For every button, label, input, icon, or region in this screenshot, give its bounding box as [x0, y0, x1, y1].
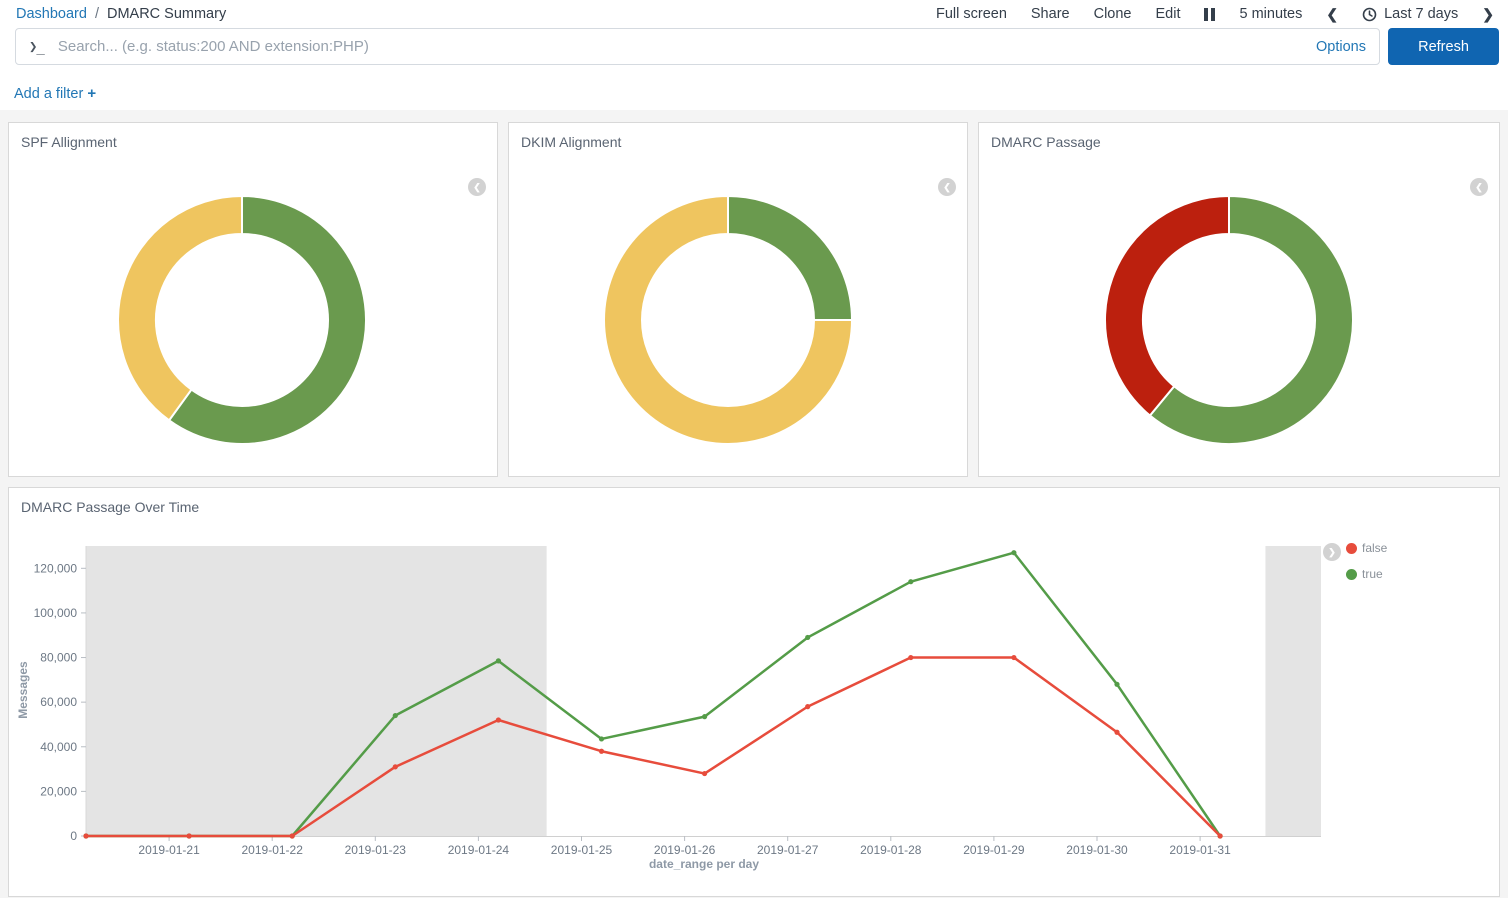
search-input[interactable]	[56, 37, 1306, 56]
data-point-true[interactable]	[599, 736, 604, 741]
page-title: DMARC Summary	[107, 6, 226, 22]
top-navbar: Dashboard / DMARC Summary Full screen Sh…	[0, 0, 1508, 26]
data-point-true[interactable]	[702, 714, 707, 719]
dmarc-donut-chart[interactable]	[1104, 195, 1354, 445]
breadcrumb-separator: /	[95, 6, 99, 22]
add-filter-label: Add a filter	[14, 86, 83, 102]
dkim-donut-chart[interactable]	[603, 195, 853, 445]
x-tick-label: 2019-01-25	[551, 843, 613, 857]
data-point-true[interactable]	[1114, 682, 1119, 687]
x-tick-label: 2019-01-23	[345, 843, 407, 857]
share-button[interactable]: Share	[1031, 6, 1070, 22]
edit-button[interactable]: Edit	[1155, 6, 1180, 22]
data-point-false[interactable]	[599, 749, 604, 754]
donut-slice-1[interactable]	[118, 196, 242, 420]
add-filter-plus-icon: +	[87, 85, 96, 102]
x-tick-label: 2019-01-31	[1169, 843, 1231, 857]
y-tick-label: 20,000	[40, 784, 77, 798]
legend-expand-icon[interactable]: ❯	[1323, 543, 1341, 561]
breadcrumb-dashboard-link[interactable]: Dashboard	[16, 6, 87, 22]
query-bar: ❯_ Options	[15, 28, 1380, 65]
data-point-true[interactable]	[393, 713, 398, 718]
clone-button[interactable]: Clone	[1094, 6, 1132, 22]
x-tick-label: 2019-01-30	[1066, 843, 1128, 857]
x-axis-title: date_range per day	[569, 857, 839, 871]
time-range-button[interactable]: Last 7 days	[1362, 6, 1458, 22]
options-link[interactable]: Options	[1316, 39, 1366, 55]
data-point-false[interactable]	[1011, 655, 1016, 660]
donut-slice-1[interactable]	[1105, 196, 1229, 416]
data-point-false[interactable]	[908, 655, 913, 660]
legend-item-true[interactable]: true	[1346, 567, 1383, 581]
y-tick-label: 80,000	[40, 651, 77, 665]
panel-dmarc-passage: DMARC Passage ❮	[978, 122, 1500, 477]
pause-autorefresh-icon[interactable]	[1204, 8, 1215, 21]
x-tick-label: 2019-01-21	[138, 843, 200, 857]
time-range-shade	[1265, 546, 1321, 836]
data-point-false[interactable]	[1218, 833, 1223, 838]
data-point-false[interactable]	[83, 833, 88, 838]
time-range-shade	[86, 546, 547, 836]
legend-label-false: false	[1362, 541, 1387, 555]
data-point-true[interactable]	[1011, 550, 1016, 555]
x-tick-label: 2019-01-22	[242, 843, 304, 857]
y-tick-label: 60,000	[40, 695, 77, 709]
data-point-true[interactable]	[908, 579, 913, 584]
legend-item-false[interactable]: false	[1346, 541, 1387, 555]
data-point-true[interactable]	[805, 635, 810, 640]
data-point-false[interactable]	[702, 771, 707, 776]
legend-label-true: true	[1362, 567, 1383, 581]
time-range-label: Last 7 days	[1384, 6, 1458, 22]
kibana-dashboard-app: Dashboard / DMARC Summary Full screen Sh…	[0, 0, 1508, 898]
y-tick-label: 40,000	[40, 740, 77, 754]
query-prompt-icon: ❯_	[29, 39, 44, 55]
navbar-menu: Full screen Share Clone Edit 5 minutes ❮…	[936, 6, 1494, 23]
y-tick-label: 0	[70, 829, 77, 843]
data-point-false[interactable]	[805, 704, 810, 709]
spf-donut-chart[interactable]	[117, 195, 367, 445]
clock-icon	[1362, 7, 1377, 22]
full-screen-button[interactable]: Full screen	[936, 6, 1007, 22]
legend-collapse-icon[interactable]: ❮	[1470, 178, 1488, 196]
x-tick-label: 2019-01-24	[448, 843, 510, 857]
add-filter-link[interactable]: Add a filter+	[14, 85, 96, 102]
panel-title-spf: SPF Allignment	[9, 123, 497, 161]
refresh-button[interactable]: Refresh	[1388, 28, 1499, 65]
y-axis-title: Messages	[16, 640, 30, 740]
panel-spf-alignment: SPF Allignment ❮	[8, 122, 498, 477]
data-point-false[interactable]	[1114, 730, 1119, 735]
x-tick-label: 2019-01-27	[757, 843, 819, 857]
data-point-false[interactable]	[187, 833, 192, 838]
panel-dmarc-over-time: DMARC Passage Over Time 020,00040,00060,…	[8, 487, 1500, 897]
y-tick-label: 120,000	[34, 561, 78, 575]
x-tick-label: 2019-01-26	[654, 843, 716, 857]
data-point-false[interactable]	[290, 833, 295, 838]
line-chart-svg[interactable]: 0 20,000 40,000 60,000 80,000 100,000 120,000 2…	[9, 488, 1501, 898]
y-tick-label: 100,000	[34, 606, 78, 620]
panel-title-dmarc: DMARC Passage	[979, 123, 1499, 161]
data-point-false[interactable]	[496, 717, 501, 722]
panel-dkim-alignment: DKIM Alignment ❮	[508, 122, 968, 477]
legend-dot-false	[1346, 543, 1357, 554]
breadcrumb: Dashboard / DMARC Summary	[16, 6, 226, 22]
data-point-true[interactable]	[496, 658, 501, 663]
legend-collapse-icon[interactable]: ❮	[938, 178, 956, 196]
time-forward-chevron-icon[interactable]: ❯	[1482, 6, 1494, 23]
legend-collapse-icon[interactable]: ❮	[468, 178, 486, 196]
time-back-chevron-icon[interactable]: ❮	[1326, 6, 1338, 23]
donut-slice-0[interactable]	[728, 196, 852, 320]
x-tick-label: 2019-01-28	[860, 843, 922, 857]
panel-title-dkim: DKIM Alignment	[509, 123, 967, 161]
legend-dot-true	[1346, 569, 1357, 580]
refresh-interval-button[interactable]: 5 minutes	[1239, 6, 1302, 22]
x-tick-label: 2019-01-29	[963, 843, 1025, 857]
data-point-false[interactable]	[393, 764, 398, 769]
